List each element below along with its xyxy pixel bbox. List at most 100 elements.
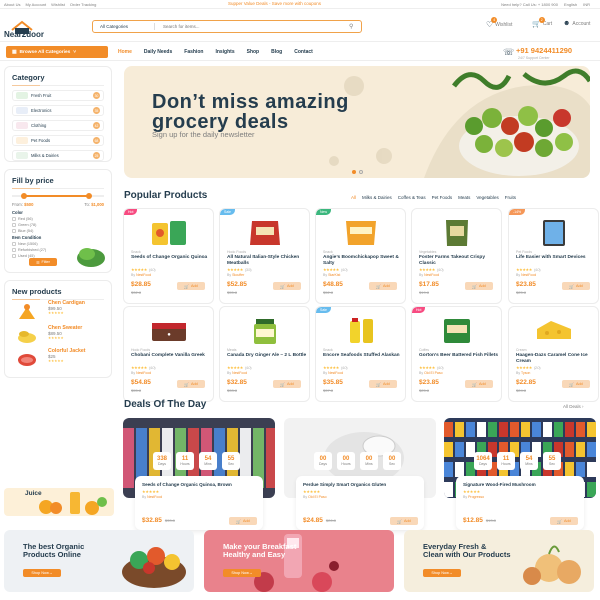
all-deals-link[interactable]: All Deals ›: [563, 404, 584, 409]
color-option-green[interactable]: Green (78): [12, 223, 104, 227]
promo-banner[interactable]: Make your Breakfast Healthy and Easy Shop …: [204, 530, 394, 592]
product-name[interactable]: Gorton’s Beer Battered Fish Fillets: [419, 353, 501, 359]
top-link-about[interactable]: About Us: [4, 2, 20, 7]
product-image[interactable]: [334, 315, 388, 345]
add-to-cart-button[interactable]: 🛒 Add: [369, 282, 397, 290]
product-name[interactable]: All Natural Italian-Style Chicken Meatba…: [227, 255, 309, 266]
product-card[interactable]: Meats Canada Dry Ginger Ale – 2 L Bottle ★…: [219, 306, 310, 402]
product-image[interactable]: [142, 217, 196, 247]
slider-handle-min[interactable]: [21, 193, 28, 199]
add-to-cart-button[interactable]: 🛒 Add: [465, 380, 493, 388]
tab-all[interactable]: All: [351, 195, 356, 200]
product-name[interactable]: Canada Dry Ginger Ale – 2 L Bottle: [227, 353, 309, 359]
product-card[interactable]: Sale Snack Encore Seafoods Stuffed Alaskan…: [315, 306, 406, 402]
add-to-cart-button[interactable]: 🛒 Add: [465, 282, 493, 290]
add-to-cart-button[interactable]: 🛒 Add: [369, 380, 397, 388]
add-to-cart-button[interactable]: 🛒 Add: [390, 517, 418, 525]
product-name[interactable]: Encore Seafoods Stuffed Alaskan: [323, 353, 405, 359]
product-image[interactable]: ●: [142, 315, 196, 345]
product-name[interactable]: Life Easier with Smart Devices: [516, 255, 598, 261]
shop-now-button[interactable]: Shop Now →: [423, 569, 461, 577]
category-item[interactable]: Milks & Dairies 25: [12, 150, 104, 161]
carousel-dot[interactable]: [359, 170, 363, 174]
tab-milks-dairies[interactable]: Milks & Dairies: [362, 195, 392, 200]
deal-card[interactable]: 1064 Days 11 Hours 54 Mins 55 Sec Signature Wood…: [444, 418, 596, 531]
shop-now-button[interactable]: Shop Now →: [223, 569, 261, 577]
add-to-cart-button[interactable]: 🛒 Add: [273, 282, 301, 290]
phone-number[interactable]: +91 9424411290: [516, 46, 572, 55]
carousel-dots[interactable]: [352, 170, 363, 174]
product-name[interactable]: Seeds of Change Organic Quinoa: [131, 255, 213, 261]
price-slider[interactable]: [12, 193, 104, 199]
product-card[interactable]: New Snack Angie’s Boomchickapop Sweet & Sa…: [315, 208, 406, 304]
product-card[interactable]: -14% Pet Foods Life Easier with Smart Devi…: [508, 208, 599, 304]
product-image[interactable]: [527, 315, 581, 345]
product-card[interactable]: Hot Snack Seeds of Change Organic Quinoa ★★…: [123, 208, 214, 304]
product-image[interactable]: [238, 217, 292, 247]
filter-button[interactable]: ☰ Filter: [29, 258, 57, 266]
promo-banner[interactable]: The best Organic Products Online Shop Now …: [4, 530, 194, 592]
product-name[interactable]: Angie’s Boomchickapop Sweet & Salty: [323, 255, 405, 266]
add-to-cart-button[interactable]: 🛒 Add: [273, 380, 301, 388]
tab-fruits[interactable]: Fruits: [505, 195, 516, 200]
shop-now-button[interactable]: Shop Now →: [23, 569, 61, 577]
product-image[interactable]: [334, 217, 388, 247]
tab-vegetables[interactable]: Vegetables: [476, 195, 498, 200]
product-card[interactable]: Cream Haagen-Dazs Caramel Cone Ice Cream ★…: [508, 306, 599, 402]
product-image[interactable]: [238, 315, 292, 345]
category-item[interactable]: Clothing 42: [12, 120, 104, 131]
category-item[interactable]: Fresh Fruit 30: [12, 90, 104, 101]
language-select[interactable]: English: [564, 2, 577, 7]
product-card[interactable]: Sale Hodo Foods All Natural Italian-Style …: [219, 208, 310, 304]
category-select[interactable]: All Categories: [93, 23, 155, 30]
tab-pet-foods[interactable]: Pet Foods: [432, 195, 453, 200]
new-product-item[interactable]: Colorful Jacket $25 ★★★★★: [12, 348, 85, 370]
search-icon[interactable]: ⚲: [349, 23, 361, 30]
product-card[interactable]: Vegetables Foster Farms Takeout Crispy Cl…: [411, 208, 502, 304]
product-name[interactable]: Haagen-Dazs Caramel Cone Ice Cream: [516, 353, 598, 364]
nav-fashion[interactable]: Fashion: [184, 49, 203, 55]
add-to-cart-button[interactable]: 🛒 Add: [229, 517, 257, 525]
tab-coffes-teas[interactable]: Coffes & Teas: [398, 195, 426, 200]
product-name[interactable]: Foster Farms Takeout Crispy Classic: [419, 255, 501, 266]
category-item[interactable]: Electronics 35: [12, 105, 104, 116]
nav-daily-needs[interactable]: Daily Needs: [144, 49, 172, 55]
tab-meats[interactable]: Meats: [458, 195, 470, 200]
carousel-dot-active[interactable]: [352, 170, 356, 174]
product-image[interactable]: [430, 315, 484, 345]
color-option-blue[interactable]: Blue (54): [12, 229, 104, 233]
deal-name[interactable]: Signature Wood-Fired Mushroom: [463, 482, 577, 487]
deal-name[interactable]: Perdue Simply Smart Organics Gluten: [303, 482, 417, 487]
color-option-red[interactable]: Red (56): [12, 217, 104, 221]
product-card[interactable]: Hot Coffes Gorton’s Beer Battered Fish Fil…: [411, 306, 502, 402]
nav-insights[interactable]: Insights: [215, 49, 234, 55]
cart-link[interactable]: 🛒 2 Cart: [532, 17, 552, 28]
currency-select[interactable]: INR: [583, 2, 590, 7]
top-link-account[interactable]: My Account: [25, 2, 46, 7]
account-link[interactable]: ☻ Account: [563, 20, 590, 27]
nav-blog[interactable]: Blog: [271, 49, 282, 55]
nav-home[interactable]: Home: [118, 49, 132, 55]
wishlist-link[interactable]: ♡ 4 Wishlist: [486, 17, 512, 29]
slider-handle-max[interactable]: [85, 193, 92, 199]
add-to-cart-button[interactable]: 🛒 Add: [177, 282, 205, 290]
top-link-tracking[interactable]: Order Tracking: [70, 2, 96, 7]
nav-contact[interactable]: Contact: [294, 49, 313, 55]
product-image[interactable]: [527, 217, 581, 247]
search-input[interactable]: [155, 21, 349, 32]
deal-card[interactable]: 00 Days 00 Hours 00 Mins 00 Sec Perdue Simply Sm…: [284, 418, 436, 531]
juice-banner[interactable]: Juice: [4, 488, 114, 516]
add-to-cart-button[interactable]: 🛒 Add: [562, 380, 590, 388]
product-card[interactable]: ● Hodo Foods Chobani Complete Vanilla Gree…: [123, 306, 214, 402]
browse-categories-button[interactable]: ▦ Browse All Categories ˅: [6, 46, 108, 58]
promo-banner[interactable]: Everyday Fresh & Clean with Our Products S…: [404, 530, 594, 592]
deal-card[interactable]: 338 Days 11 Hours 54 Mins 55 Sec Seeds of Change…: [123, 418, 275, 531]
add-to-cart-button[interactable]: 🛒 Add: [550, 517, 578, 525]
top-link-wishlist[interactable]: Wishlist: [51, 2, 65, 7]
product-name[interactable]: Chobani Complete Vanilla Greek: [131, 353, 213, 359]
add-to-cart-button[interactable]: 🛒 Add: [562, 282, 590, 290]
product-image[interactable]: [430, 217, 484, 247]
deal-name[interactable]: Seeds of Change Organic Quinoa, Brown: [142, 482, 256, 487]
new-product-item[interactable]: Chen Sweater $89.50 ★★★★★: [12, 325, 82, 347]
hero-banner[interactable]: Don’t miss amazing grocery deals Sign up …: [124, 66, 590, 178]
